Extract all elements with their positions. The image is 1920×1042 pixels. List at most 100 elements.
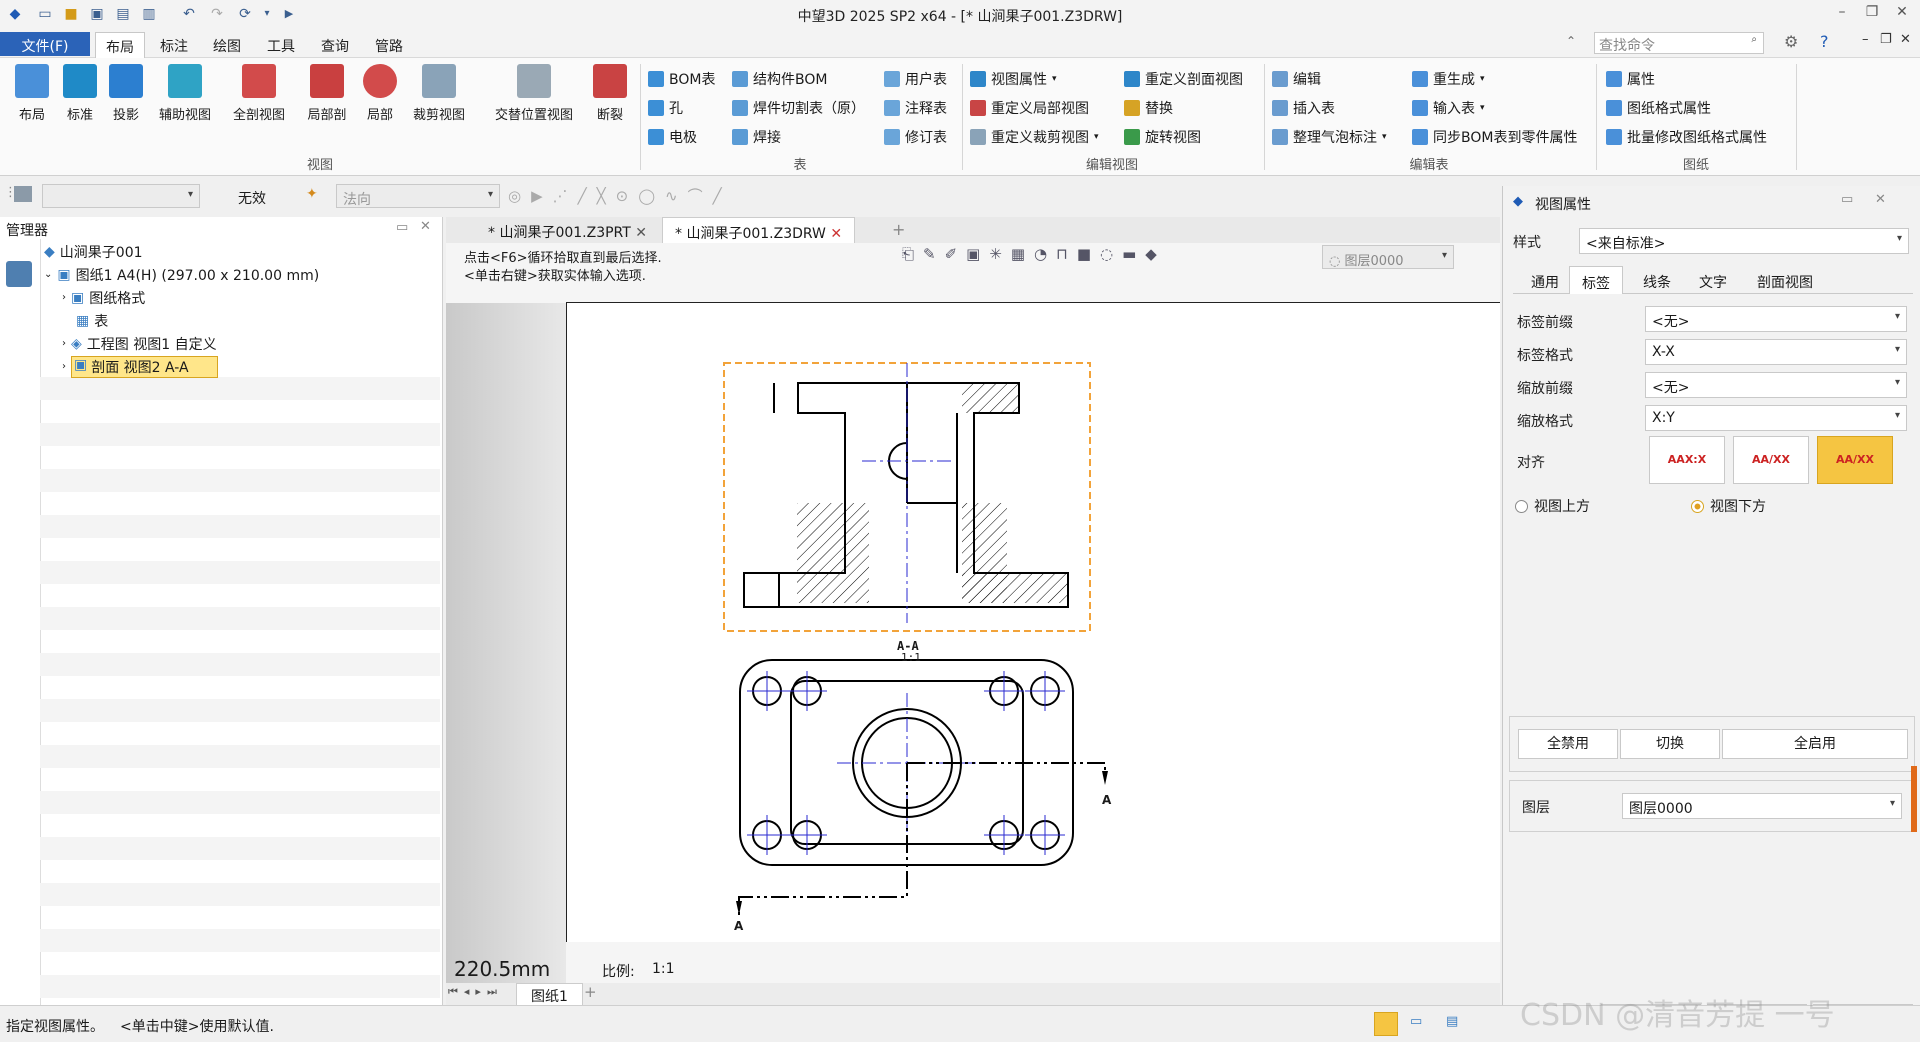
alternate-position-view-button[interactable]: 交替位置视图	[484, 64, 584, 123]
batch-sheet-format-button[interactable]: 批量修改图纸格式属性	[1606, 126, 1767, 148]
menu-draw[interactable]: 绘图	[203, 32, 251, 56]
style-select[interactable]: <来自标准> ▾	[1579, 228, 1909, 254]
standard-view-button[interactable]: 标准	[58, 64, 102, 123]
tree-item-section-view[interactable]: › ▣ 剖面 视图2 A-A	[62, 355, 218, 378]
file-menu[interactable]: 文件(F)	[0, 32, 90, 56]
tree-item-sheet1[interactable]: ⌄ ▣ 图纸1 A4(H) (297.00 x 210.00 mm)	[44, 263, 319, 286]
doc-minimize-icon[interactable]: –	[1862, 32, 1869, 47]
regenerate-button[interactable]: 重生成 ▾	[1412, 68, 1485, 90]
status-display-icon[interactable]	[1374, 1012, 1398, 1036]
bom-table-button[interactable]: BOM表	[648, 68, 715, 90]
view-properties-button[interactable]: 视图属性 ▾	[970, 68, 1057, 90]
toggle-button[interactable]: 切换	[1620, 729, 1720, 759]
radio-view-above[interactable]: 视图上方	[1515, 496, 1590, 516]
new-tab-icon[interactable]: +	[892, 220, 905, 239]
sync-bom-button[interactable]: 同步BOM表到零件属性	[1412, 126, 1577, 148]
status-monitor-icon[interactable]: ▭	[1410, 1014, 1422, 1029]
filter-select[interactable]: ▾	[42, 184, 200, 208]
layer-select[interactable]: 图层0000 ▾	[1622, 793, 1902, 819]
manager-tree-icon[interactable]	[6, 261, 32, 287]
layer-select[interactable]: ◌ 图层0000 ▾	[1322, 245, 1454, 269]
sheet-properties-button[interactable]: 属性	[1606, 68, 1655, 90]
layout-button[interactable]: 布局	[8, 64, 56, 123]
tree-item-part[interactable]: ◆ 山涧果子001	[44, 240, 143, 263]
note-table-button[interactable]: 注释表	[884, 97, 947, 119]
disable-all-button[interactable]: 全禁用	[1518, 729, 1618, 759]
radio-view-below[interactable]: 视图下方	[1691, 496, 1766, 516]
arrange-balloons-button[interactable]: 整理气泡标注 ▾	[1272, 126, 1387, 148]
insert-table-button[interactable]: 插入表	[1272, 97, 1335, 119]
pick-icon[interactable]: ✦	[306, 186, 324, 204]
auxiliary-view-button[interactable]: 辅助视图	[150, 64, 220, 123]
align-stacked-selected-button[interactable]: AA/XX	[1817, 436, 1893, 484]
detail-view-button[interactable]: 局部	[358, 64, 402, 123]
close-icon[interactable]: ✕	[1888, 4, 1916, 24]
close-icon[interactable]: ✕	[635, 225, 647, 241]
direction-select[interactable]: 法向 ▾	[336, 184, 500, 208]
rotate-view-button[interactable]: 旋转视图	[1124, 126, 1201, 148]
menu-layout[interactable]: 布局	[95, 32, 145, 59]
tree-item-view1[interactable]: › ◈ 工程图 视图1 自定义	[62, 332, 217, 355]
enable-all-button[interactable]: 全启用	[1722, 729, 1908, 759]
command-search-input[interactable]: 查找命令 ⌕	[1594, 32, 1764, 54]
partial-section-button[interactable]: 局部剖	[298, 64, 356, 123]
restore-icon[interactable]: ❐	[1858, 4, 1886, 24]
sheet-nav-icons[interactable]: ⏮◂▸⏭	[448, 985, 503, 999]
scale-format-select[interactable]: X:Y ▾	[1645, 405, 1907, 431]
menu-tools[interactable]: 工具	[257, 32, 305, 56]
status-panel-icon[interactable]: ▤	[1446, 1014, 1458, 1029]
redefine-detail-view-button[interactable]: 重定义局部视图	[970, 97, 1089, 119]
tab-label[interactable]: 标签	[1569, 266, 1623, 294]
tab-text[interactable]: 文字	[1687, 266, 1739, 294]
menu-query[interactable]: 查询	[311, 32, 359, 56]
tab-general[interactable]: 通用	[1519, 266, 1571, 294]
drawing-sheet[interactable]: A-A 1:1 A A	[566, 302, 1500, 942]
align-stacked-button[interactable]: AA/XX	[1733, 436, 1809, 484]
hole-table-button[interactable]: 孔	[648, 97, 683, 119]
tab-part-file[interactable]: * 山涧果子001.Z3PRT ✕	[476, 217, 659, 243]
panel-help-icon[interactable]: ▭	[1841, 192, 1853, 207]
doc-close-icon[interactable]: ✕	[1900, 32, 1911, 47]
tree-item-sheet-format[interactable]: › ▣ 图纸格式	[62, 286, 145, 309]
settings-gear-icon[interactable]: ⚙	[1784, 32, 1798, 51]
panel-pin-icon[interactable]: ▭	[396, 220, 408, 235]
sheet-format-properties-button[interactable]: 图纸格式属性	[1606, 97, 1711, 119]
projection-button[interactable]: 投影	[104, 64, 148, 123]
help-icon[interactable]: ?	[1820, 32, 1829, 51]
panel-scrollbar[interactable]	[1911, 766, 1917, 832]
close-icon[interactable]: ✕	[830, 226, 842, 242]
weld-table-button[interactable]: 焊接	[732, 126, 781, 148]
collapse-ribbon-icon[interactable]: ⌃	[1566, 34, 1576, 48]
break-view-button[interactable]: 断裂	[588, 64, 632, 123]
crop-view-button[interactable]: 裁剪视图	[406, 64, 472, 123]
weldment-cut-list-button[interactable]: 焊件切割表（原）	[732, 97, 865, 119]
doc-restore-icon[interactable]: ❐	[1880, 32, 1892, 47]
revision-table-button[interactable]: 修订表	[884, 126, 947, 148]
panel-close-icon[interactable]: ✕	[1875, 192, 1886, 207]
tree-item-table[interactable]: ▦ 表	[76, 309, 108, 332]
add-sheet-icon[interactable]: +	[584, 983, 597, 1001]
tab-drawing-file[interactable]: * 山涧果子001.Z3DRW ✕	[662, 217, 856, 243]
menu-piping[interactable]: 管路	[365, 32, 413, 56]
edit-table-button[interactable]: 编辑	[1272, 68, 1321, 90]
replace-view-button[interactable]: 替换	[1124, 97, 1173, 119]
structure-bom-button[interactable]: 结构件BOM	[732, 68, 827, 90]
label-prefix-select[interactable]: <无> ▾	[1645, 306, 1907, 332]
filter-icon[interactable]	[14, 186, 32, 202]
electrode-table-button[interactable]: 电极	[648, 126, 697, 148]
tab-lines[interactable]: 线条	[1631, 266, 1683, 294]
panel-close-icon[interactable]: ✕	[420, 219, 431, 234]
snap-tools-icons[interactable]: ◎▶⋰╱╳⊙◯∿⌒╱	[508, 185, 732, 206]
redefine-section-view-button[interactable]: 重定义剖面视图	[1124, 68, 1243, 90]
tab-section-view[interactable]: 剖面视图	[1745, 266, 1825, 294]
label-format-select[interactable]: X-X ▾	[1645, 339, 1907, 365]
redefine-crop-view-button[interactable]: 重定义裁剪视图 ▾	[970, 126, 1099, 148]
scale-prefix-select[interactable]: <无> ▾	[1645, 372, 1907, 398]
menu-dimension[interactable]: 标注	[150, 32, 198, 56]
view-toolbar-icons[interactable]: ⎗✎✐▣✳▦◔⊓■◌▬◆	[902, 245, 1166, 263]
minimize-icon[interactable]: –	[1828, 4, 1856, 24]
full-section-button[interactable]: 全剖视图	[224, 64, 294, 123]
import-table-button[interactable]: 输入表 ▾	[1412, 97, 1485, 119]
user-table-button[interactable]: 用户表	[884, 68, 947, 90]
align-inline-button[interactable]: AAX:X	[1649, 436, 1725, 484]
